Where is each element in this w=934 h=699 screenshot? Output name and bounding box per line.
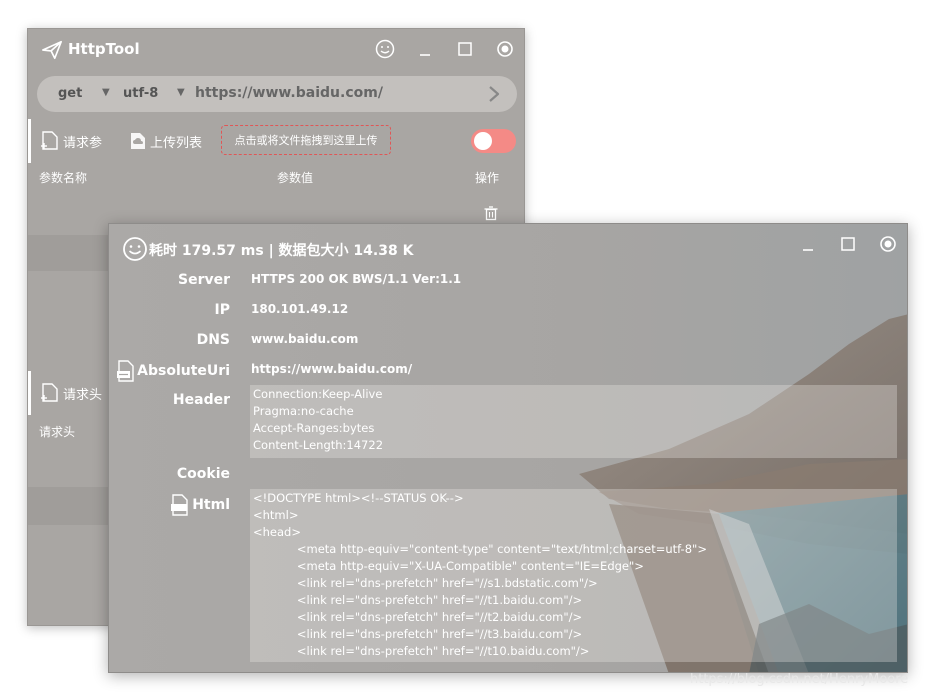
- smile-button[interactable]: [375, 39, 395, 59]
- ip-label: IP: [214, 302, 230, 318]
- close-button[interactable]: [495, 39, 515, 59]
- maximize-icon: [841, 237, 855, 251]
- cloud-upload-icon: [131, 133, 145, 149]
- tab-request-headers[interactable]: 请求头: [39, 381, 102, 405]
- text-line: <!DOCTYPE html><!--STATUS OK-->: [253, 491, 464, 505]
- text-line: Connection:Keep-Alive: [253, 387, 383, 401]
- col-param-value: 参数值: [277, 171, 314, 185]
- close-circle-icon: [880, 236, 896, 252]
- server-value: HTTPS 200 OK BWS/1.1 Ver:1.1: [251, 272, 462, 286]
- minimize-button[interactable]: [798, 236, 818, 256]
- send-icon: [42, 40, 62, 60]
- minimize-icon: [420, 54, 430, 56]
- encoding-select[interactable]: utf-8: [123, 86, 158, 101]
- send-request-icon[interactable]: [484, 84, 504, 104]
- dns-value: www.baidu.com: [251, 332, 359, 346]
- text-line: <meta http-equiv="content-type" content=…: [253, 542, 707, 556]
- cookie-label: Cookie: [176, 466, 230, 482]
- request-tabs: 请求参 上传列表 点击或将文件拖拽到这里上传: [28, 119, 524, 163]
- response-html-textarea[interactable]: <!DOCTYPE html><!--STATUS OK--> <html> <he…: [250, 489, 897, 662]
- maximize-button[interactable]: [838, 234, 858, 254]
- html-label: Html: [192, 497, 230, 513]
- tab-params[interactable]: 请求参: [39, 129, 102, 153]
- new-file-icon: [41, 131, 58, 150]
- watermark: https://blog.csdn.net/HenryMoore: [690, 672, 909, 687]
- text-line: Accept-Ranges:bytes: [253, 421, 375, 435]
- method-dropdown-icon[interactable]: ▼: [102, 87, 110, 98]
- close-button[interactable]: [878, 234, 898, 254]
- toggle-knob: [474, 132, 492, 150]
- text-line: <html>: [253, 508, 299, 522]
- text-line: Content-Length:14722: [253, 438, 384, 452]
- response-stats-title: 耗时 179.57 ms | 数据包大小 14.38 K: [149, 243, 414, 259]
- tab-params-label: 请求参: [63, 135, 103, 151]
- tab-upload-list-label: 上传列表: [150, 135, 203, 151]
- text-line: <link rel="dns-prefetch" href="//t10.bai…: [253, 644, 590, 658]
- minimize-button[interactable]: [415, 41, 435, 61]
- encoding-dropdown-icon[interactable]: ▼: [177, 87, 185, 98]
- text-line: <meta http-equiv="X-UA-Compatible" conte…: [253, 559, 644, 573]
- maximize-button[interactable]: [455, 39, 475, 59]
- active-tab-indicator: [28, 371, 31, 415]
- header-label: Header: [172, 392, 230, 408]
- text-line: <head>: [253, 525, 301, 539]
- html-file-icon: [171, 494, 188, 516]
- toggle-switch[interactable]: [471, 129, 516, 153]
- text-line: <link rel="dns-prefetch" href="//t2.baid…: [253, 610, 583, 624]
- smile-icon: [375, 39, 395, 59]
- url-input[interactable]: https://www.baidu.com/: [195, 85, 465, 101]
- col-param-name: 参数名称: [39, 171, 88, 185]
- file-link-icon: [117, 360, 134, 382]
- text-line: <link rel="dns-prefetch" href="//t1.baid…: [253, 593, 583, 607]
- text-line: Pragma:no-cache: [253, 404, 354, 418]
- absolute-uri-label: AbsoluteUri: [137, 363, 230, 379]
- title-bar: HttpTool: [28, 29, 524, 73]
- file-upload-dropzone[interactable]: 点击或将文件拖拽到这里上传: [221, 125, 391, 155]
- response-window: 耗时 179.57 ms | 数据包大小 14.38 K Server HTTP…: [108, 223, 908, 673]
- ip-value: 180.101.49.12: [251, 302, 349, 316]
- close-circle-icon: [497, 41, 513, 57]
- tab-upload-list[interactable]: 上传列表: [128, 129, 202, 153]
- request-headers-label: 请求头: [39, 425, 76, 439]
- method-select[interactable]: get: [58, 86, 82, 101]
- text-line: <link rel="dns-prefetch" href="//s1.bdst…: [253, 576, 598, 590]
- absolute-uri-value: https://www.baidu.com/: [251, 362, 413, 376]
- smile-icon: [123, 237, 147, 261]
- maximize-icon: [458, 42, 472, 56]
- response-headers-textarea[interactable]: Connection:Keep-Alive Pragma:no-cache Acce…: [250, 385, 897, 458]
- active-tab-indicator: [28, 119, 31, 163]
- col-action: 操作: [475, 171, 500, 185]
- minimize-icon: [803, 249, 813, 251]
- url-bar: get ▼ utf-8 ▼ https://www.baidu.com/: [37, 76, 517, 112]
- absolute-uri-row: AbsoluteUri: [116, 360, 230, 382]
- dns-label: DNS: [196, 332, 230, 348]
- html-row: Html: [170, 494, 230, 516]
- params-table-header: 参数名称 参数值 操作: [28, 163, 524, 195]
- app-title: HttpTool: [68, 40, 140, 58]
- trash-icon[interactable]: [483, 205, 499, 221]
- text-line: <link rel="dns-prefetch" href="//t3.baid…: [253, 627, 583, 641]
- server-label: Server: [177, 272, 230, 288]
- tab-request-headers-label: 请求头: [63, 387, 103, 403]
- new-file-icon: [41, 383, 58, 402]
